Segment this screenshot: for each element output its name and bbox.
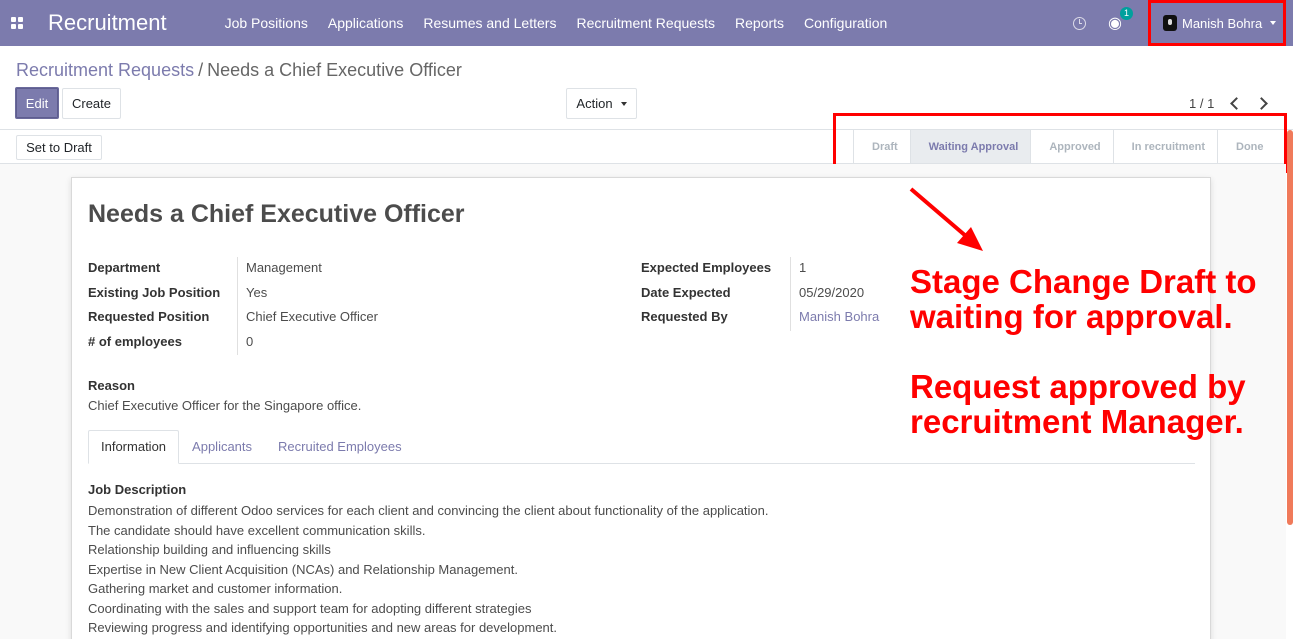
job-description-line: The candidate should have excellent comm… [88, 522, 426, 538]
tab-applicants[interactable]: Applicants [179, 430, 265, 463]
tab-recruited-employees[interactable]: Recruited Employees [265, 430, 415, 463]
value-requested-position[interactable]: Chief Executive Officer [246, 309, 378, 324]
value-existing-job-position[interactable]: Yes [246, 285, 267, 300]
value-num-employees: 0 [246, 334, 254, 349]
menu-resumes-letters[interactable]: Resumes and Letters [413, 0, 566, 46]
breadcrumb-separator: / [198, 60, 204, 80]
label-department: Department [88, 260, 161, 275]
chat-badge: 1 [1120, 7, 1134, 20]
field-divider [237, 257, 238, 355]
value-requested-by-link[interactable]: Manish Bohra [799, 309, 879, 324]
chevron-left-icon[interactable] [1228, 96, 1242, 110]
job-description-line: Coordinating with the sales and support … [88, 600, 532, 616]
menu-job-positions[interactable]: Job Positions [215, 0, 318, 46]
activity-clock-icon[interactable] [1073, 16, 1087, 30]
field-divider [790, 257, 791, 331]
messaging-menu[interactable]: ◉ 1 [1108, 7, 1134, 33]
breadcrumb-parent[interactable]: Recruitment Requests [16, 60, 194, 80]
menu-reports[interactable]: Reports [725, 0, 794, 46]
label-requested-by: Requested By [641, 309, 728, 324]
job-description-line: Reviewing progress and identifying oppor… [88, 620, 558, 635]
chat-bubbles-icon: ◉ [1108, 15, 1122, 32]
label-requested-position: Requested Position [88, 309, 210, 324]
edit-button[interactable]: Edit [15, 87, 59, 119]
annotation-line: Request approved by [910, 368, 1246, 405]
user-name: Manish Bohra [1182, 15, 1263, 31]
avatar [1163, 15, 1177, 31]
job-description-line: Gathering market and customer informatio… [88, 581, 343, 596]
reason-label: Reason [88, 378, 135, 393]
set-to-draft-button[interactable]: Set to Draft [16, 135, 102, 160]
breadcrumb-current: Needs a Chief Executive Officer [207, 60, 462, 80]
chevron-down-icon [1270, 21, 1277, 25]
menu-applications[interactable]: Applications [318, 0, 414, 46]
page-title: Needs a Chief Executive Officer [88, 200, 465, 228]
value-expected-employees[interactable]: 1 [799, 260, 806, 275]
annotation-line: recruitment Manager. [910, 403, 1244, 440]
chevron-right-icon[interactable] [1256, 96, 1270, 110]
app-brand[interactable]: Recruitment [48, 10, 167, 36]
apps-menu-button[interactable] [0, 0, 34, 46]
create-button[interactable]: Create [62, 88, 121, 119]
job-description[interactable]: Demonstration of different Odoo services… [88, 501, 769, 638]
job-description-line: Expertise in New Client Acquisition (NCA… [88, 561, 518, 577]
label-num-employees: # of employees [88, 334, 182, 349]
menu-recruitment-requests[interactable]: Recruitment Requests [566, 0, 725, 46]
user-menu[interactable]: Manish Bohra [1148, 0, 1286, 46]
value-department[interactable]: Management [246, 260, 322, 275]
label-existing-job-position: Existing Job Position [88, 285, 221, 300]
job-description-line: Relationship building and influencing sk… [88, 542, 331, 557]
action-dropdown[interactable]: Action [566, 88, 637, 119]
top-navbar: Recruitment Job Positions Applications R… [0, 0, 1293, 46]
label-date-expected: Date Expected [641, 285, 731, 300]
label-expected-employees: Expected Employees [641, 260, 772, 275]
annotation-line: Stage Change Draft to [910, 263, 1257, 300]
breadcrumb: Recruitment Requests / Needs a Chief Execu… [16, 60, 462, 81]
job-description-line: Demonstration of different Odoo services… [88, 503, 769, 518]
value-date-expected[interactable]: 05/29/2020 [799, 285, 864, 300]
action-label: Action [576, 96, 613, 111]
annotation-line: waiting for approval. [910, 298, 1233, 335]
apps-grid-icon [11, 17, 23, 29]
menu-configuration[interactable]: Configuration [794, 0, 897, 46]
reason-text[interactable]: Chief Executive Officer for the Singapor… [88, 398, 361, 413]
job-description-label: Job Description [88, 482, 187, 497]
tab-information[interactable]: Information [88, 430, 180, 464]
chevron-down-icon [620, 101, 627, 106]
scrollbar[interactable] [1287, 130, 1293, 525]
main-menu: Job Positions Applications Resumes and L… [215, 0, 898, 46]
annotation-arrow [909, 187, 983, 251]
pager-value[interactable]: 1 / 1 [1189, 96, 1214, 111]
